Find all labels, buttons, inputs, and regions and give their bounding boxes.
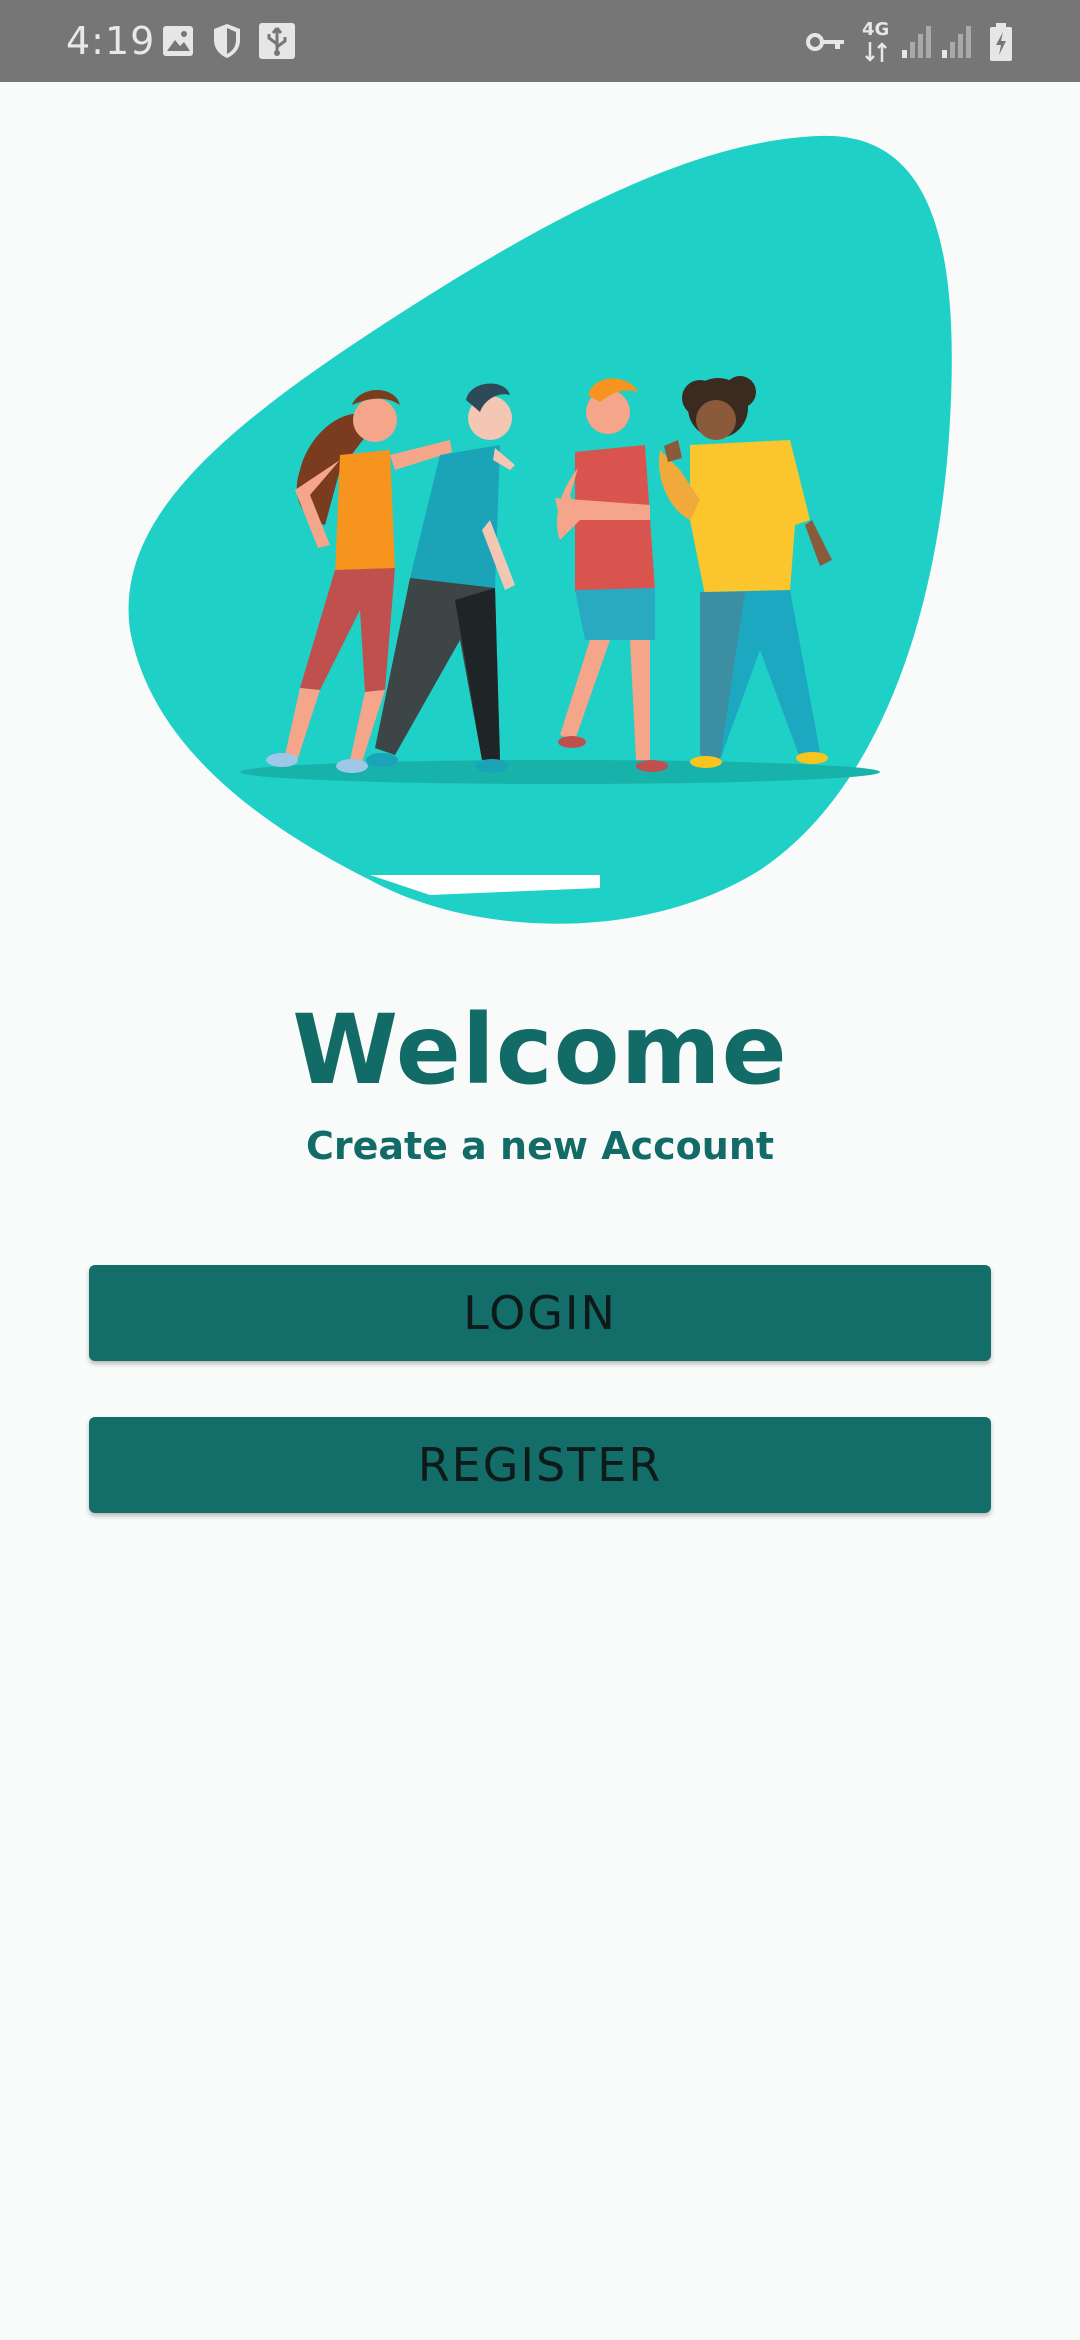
hero-illustration [128,135,952,924]
signal-icon [902,26,931,58]
hero-blob [128,135,952,924]
usb-icon [259,23,295,59]
login-button[interactable]: LOGIN [89,1265,991,1361]
welcome-subtitle: Create a new Account [305,1124,775,1168]
vpn-key-icon [806,33,844,51]
status-bar: 4:19 4G [0,0,1080,82]
battery-charging-icon [990,23,1012,61]
network-label: 4G [862,19,890,40]
welcome-title: Welcome [292,994,788,1106]
signal-icon [942,26,971,58]
register-button[interactable]: REGISTER [89,1417,991,1513]
network-4g-icon: 4G [862,20,890,64]
login-button-label: LOGIN [463,1286,617,1340]
image-icon [163,26,193,56]
status-time: 4:19 [66,19,156,63]
shield-icon [214,24,240,58]
register-button-label: REGISTER [417,1438,663,1492]
